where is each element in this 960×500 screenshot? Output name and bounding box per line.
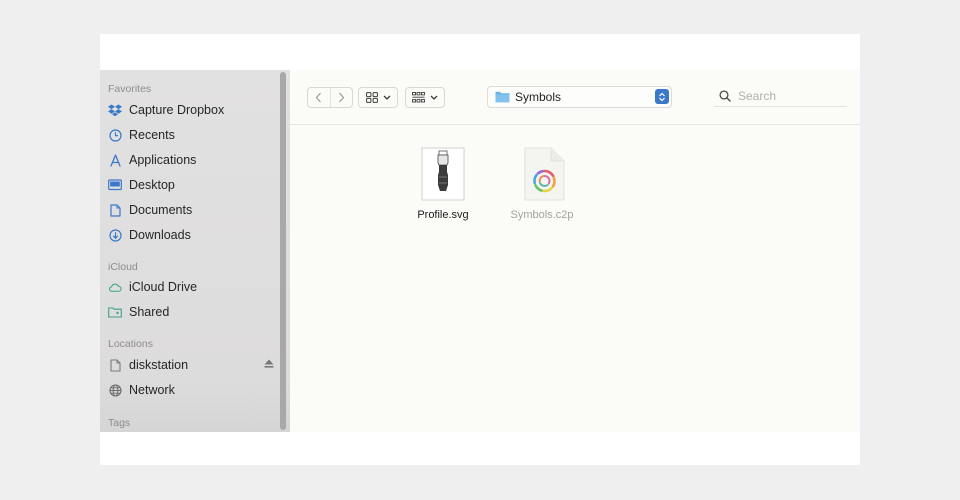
toolbar: Symbols xyxy=(290,70,860,125)
icon-view-icon xyxy=(365,92,378,103)
sidebar-header-favorites: Favorites xyxy=(108,83,152,95)
sidebar-item-applications[interactable]: Applications xyxy=(108,149,276,171)
chevron-right-icon xyxy=(338,92,345,103)
sidebar-item-label: Capture Dropbox xyxy=(129,103,225,117)
forward-button[interactable] xyxy=(329,88,353,107)
sidebar-item-label: Documents xyxy=(129,203,193,217)
svg-file-thumbnail xyxy=(421,147,465,201)
group-view-icon xyxy=(412,92,425,103)
file-item-symbols-c2p[interactable]: Symbols.c2p xyxy=(502,147,582,221)
path-label: Symbols xyxy=(515,90,562,104)
sidebar-item-documents[interactable]: Documents xyxy=(108,199,276,221)
popup-stepper-icon xyxy=(655,89,669,104)
sidebar-item-label: diskstation xyxy=(129,358,189,372)
chevron-left-icon xyxy=(315,92,322,103)
document-icon xyxy=(108,358,122,372)
sidebar-item-label: Recents xyxy=(129,128,175,142)
search-icon xyxy=(719,90,731,102)
sidebar-scrollbar[interactable] xyxy=(280,72,286,430)
back-button[interactable] xyxy=(308,88,330,107)
globe-icon xyxy=(108,383,122,397)
file-name: Profile.svg xyxy=(417,209,469,221)
sidebar-item-label: Desktop xyxy=(129,178,175,192)
shared-folder-icon xyxy=(108,305,122,319)
path-popup-button[interactable]: Symbols xyxy=(487,86,672,108)
sidebar-item-label: iCloud Drive xyxy=(129,280,198,294)
sidebar-item-network[interactable]: Network xyxy=(108,379,276,401)
sidebar-item-label: Network xyxy=(129,383,175,397)
sidebar-item-label: Downloads xyxy=(129,228,191,242)
view-mode-button[interactable] xyxy=(358,87,398,108)
sidebar-item-label: Applications xyxy=(129,153,197,167)
clock-icon xyxy=(108,128,122,142)
file-item-profile-svg[interactable]: Profile.svg xyxy=(403,147,483,221)
chevron-down-icon xyxy=(430,95,438,100)
downloads-icon xyxy=(108,228,122,242)
search-input[interactable] xyxy=(738,89,838,103)
sidebar-header-icloud: iCloud xyxy=(108,261,138,273)
chevron-down-icon xyxy=(383,95,390,100)
navigation-buttons xyxy=(307,87,353,108)
dropbox-icon xyxy=(108,103,122,117)
document-icon xyxy=(108,203,122,217)
sidebar-item-label: Shared xyxy=(129,305,170,319)
desktop-icon xyxy=(108,178,122,192)
sidebar-item-desktop[interactable]: Desktop xyxy=(108,174,276,196)
sidebar-item-downloads[interactable]: Downloads xyxy=(108,224,276,246)
file-browser: Symbols Search Profile.svg Symbols.c2p xyxy=(290,70,860,432)
eject-icon[interactable] xyxy=(264,359,274,368)
c2p-file-thumbnail xyxy=(524,147,565,201)
search-field[interactable] xyxy=(714,86,847,107)
group-by-button[interactable] xyxy=(405,87,445,108)
sidebar-header-tags: Tags xyxy=(108,417,131,429)
finder-window: Favorites Capture Dropbox Recents Applic… xyxy=(100,70,860,432)
applications-icon xyxy=(108,153,122,167)
sidebar-item-recents[interactable]: Recents xyxy=(108,124,276,146)
sidebar-header-locations: Locations xyxy=(108,338,153,350)
folder-icon xyxy=(495,91,510,103)
sidebar-item-diskstation[interactable]: diskstation xyxy=(108,354,276,376)
sidebar-item-shared[interactable]: Shared xyxy=(108,301,276,323)
sidebar-item-icloud-drive[interactable]: iCloud Drive xyxy=(108,276,276,298)
cloud-icon xyxy=(108,280,122,294)
sidebar-item-capture-dropbox[interactable]: Capture Dropbox xyxy=(108,99,276,121)
sidebar: Favorites Capture Dropbox Recents Applic… xyxy=(100,70,290,432)
file-name: Symbols.c2p xyxy=(510,209,574,221)
